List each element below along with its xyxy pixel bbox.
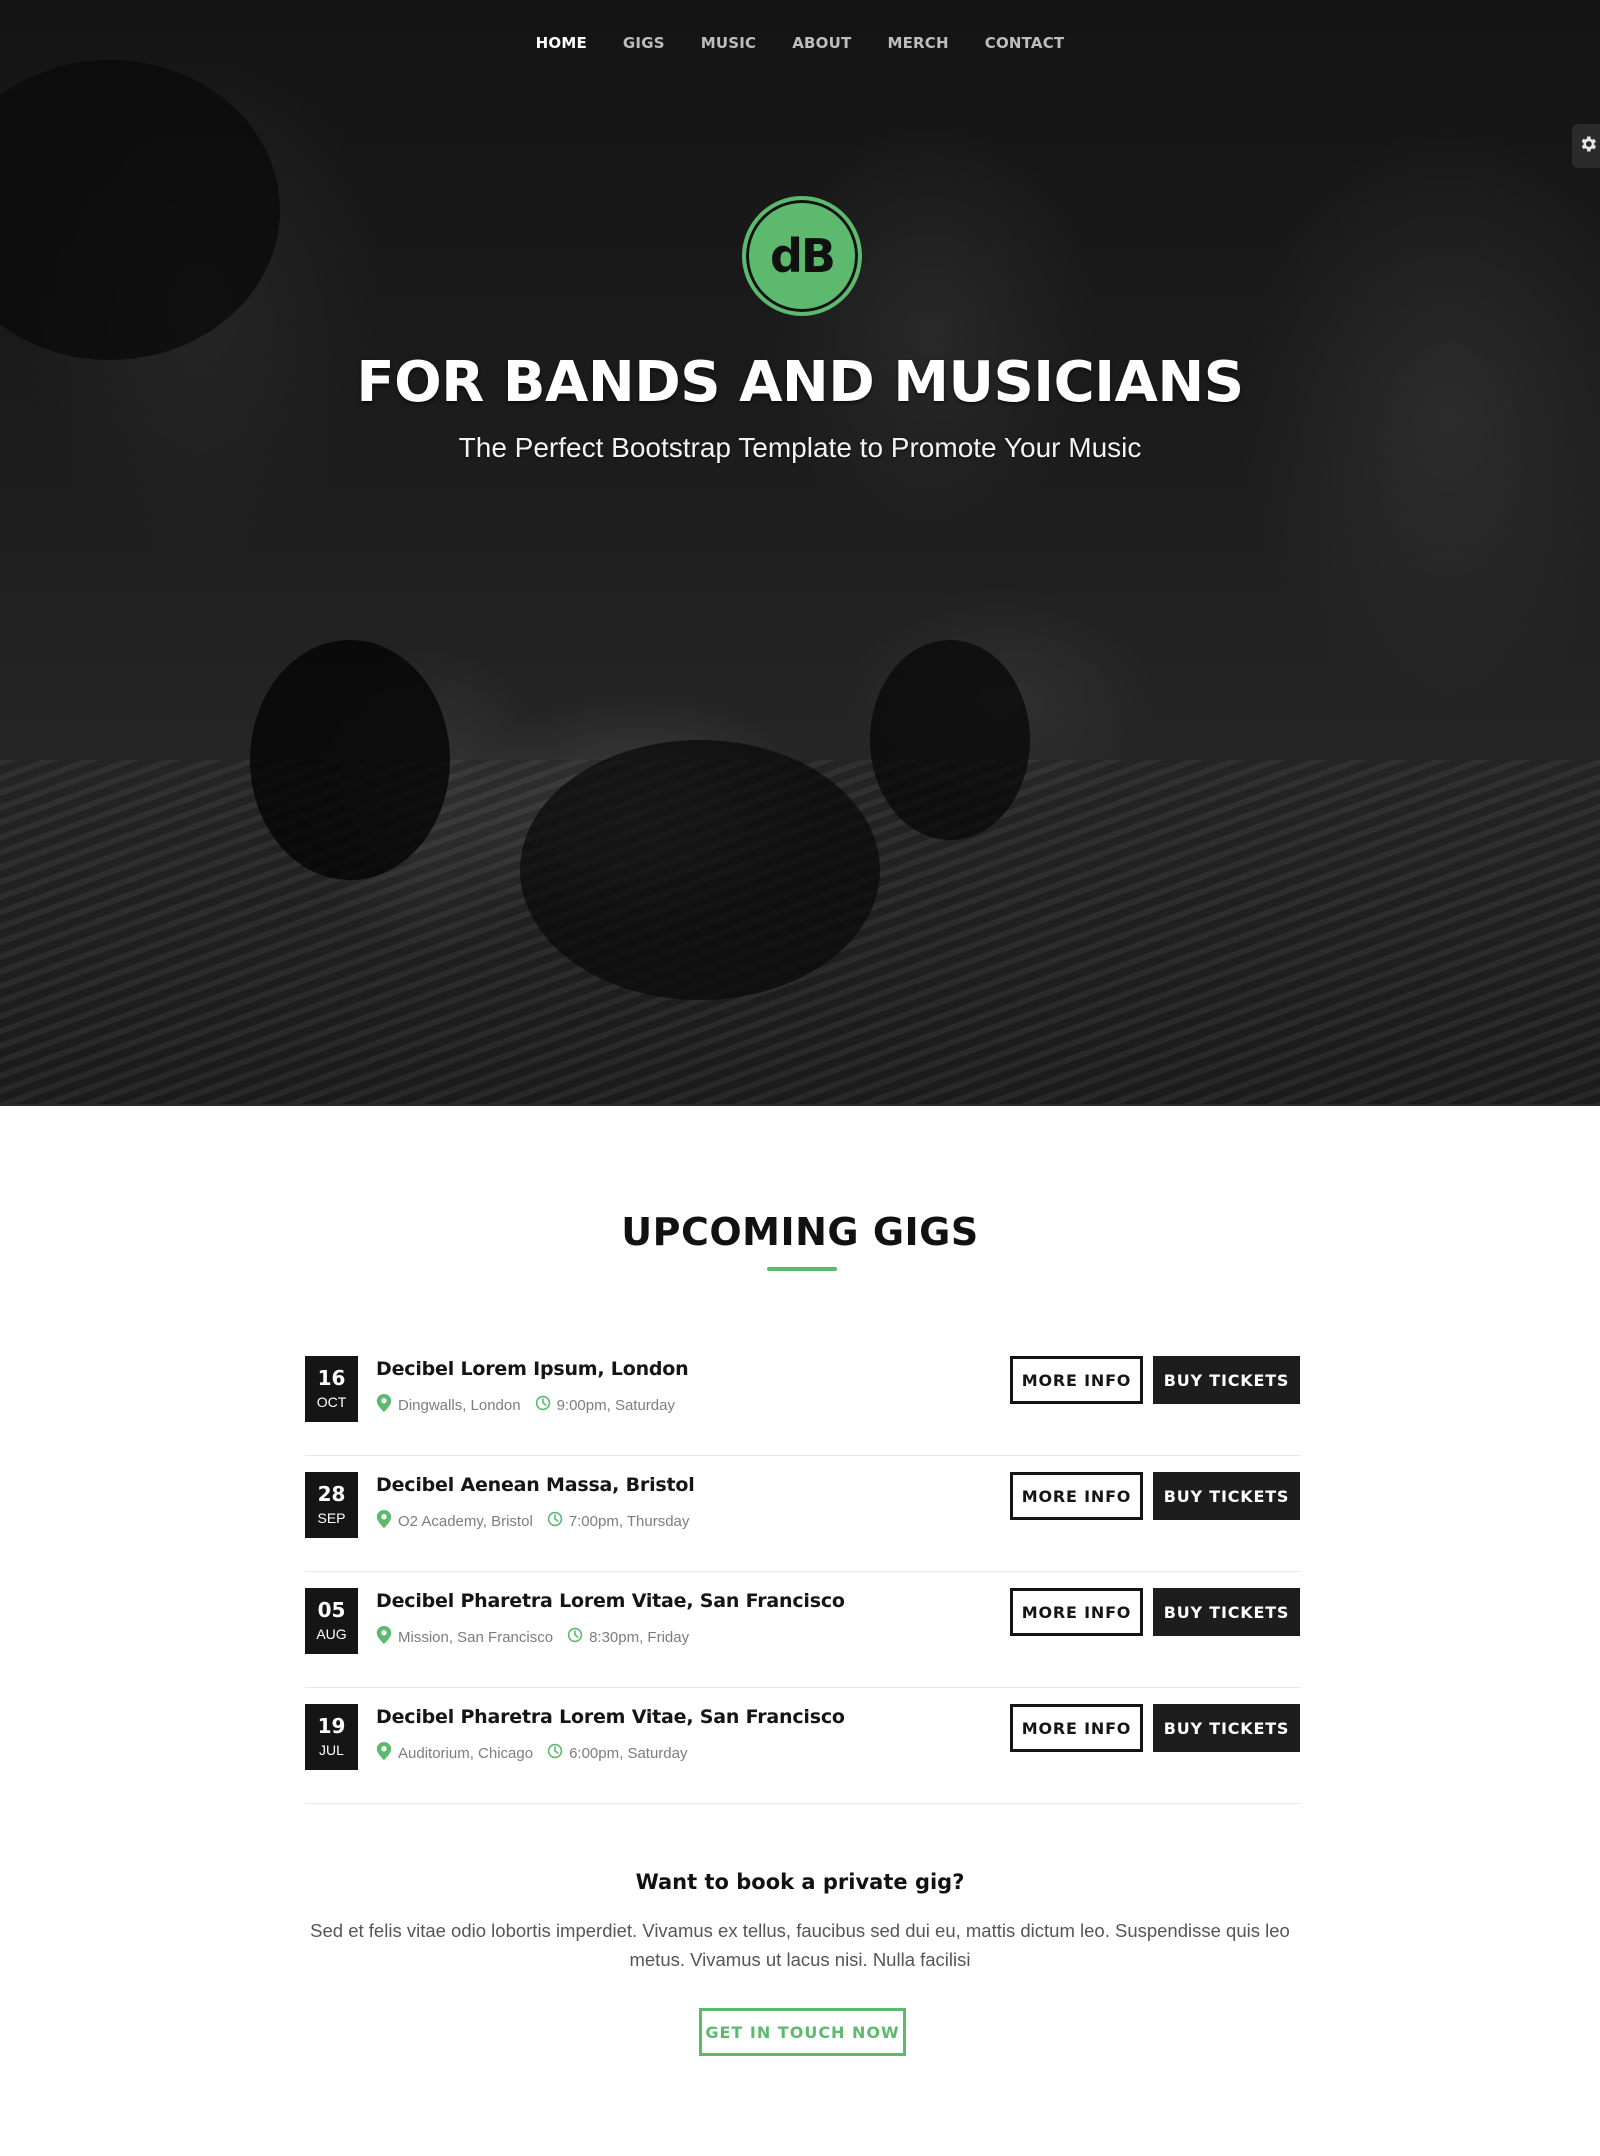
- more-info-button[interactable]: MORE INFO: [1010, 1356, 1143, 1404]
- hero-subtitle: The Perfect Bootstrap Template to Promot…: [458, 432, 1142, 463]
- map-marker-icon: [376, 1742, 398, 1764]
- gig-month: SEP: [317, 1510, 346, 1526]
- date-badge: 28 SEP: [305, 1472, 358, 1538]
- hero-background-shape: [0, 60, 280, 360]
- buy-tickets-button[interactable]: BUY TICKETS: [1153, 1704, 1300, 1752]
- nav-item-contact[interactable]: CONTACT: [985, 30, 1065, 56]
- nav-item-about[interactable]: ABOUT: [792, 30, 851, 56]
- gig-day: 19: [317, 1714, 346, 1738]
- gig-month: OCT: [316, 1394, 347, 1410]
- gig-day: 16: [317, 1366, 346, 1390]
- buy-tickets-button[interactable]: BUY TICKETS: [1153, 1356, 1300, 1404]
- private-gig-title: Want to book a private gig?: [635, 1870, 965, 1894]
- date-badge: 19 JUL: [305, 1704, 358, 1770]
- gig-name: Decibel Pharetra Lorem Vitae, San Franci…: [376, 1706, 845, 1728]
- gig-day: 05: [317, 1598, 346, 1622]
- clock-icon: [535, 1394, 557, 1416]
- section-title-upcoming-gigs: UPCOMING GIGS: [621, 1210, 979, 1254]
- gig-meta: Dingwalls, London 9:00pm, Saturday: [376, 1394, 675, 1416]
- gig-row: 05 AUG Decibel Pharetra Lorem Vitae, San…: [305, 1572, 1300, 1688]
- gig-venue: Mission, San Francisco: [398, 1628, 554, 1646]
- clock-icon: [547, 1510, 569, 1532]
- buy-tickets-button[interactable]: BUY TICKETS: [1153, 1472, 1300, 1520]
- nav-item-gigs[interactable]: GIGS: [623, 30, 665, 56]
- title-underline: [767, 1267, 837, 1271]
- more-info-button[interactable]: MORE INFO: [1010, 1472, 1143, 1520]
- date-badge: 05 AUG: [305, 1588, 358, 1654]
- gig-meta: Auditorium, Chicago 6:00pm, Saturday: [376, 1742, 687, 1764]
- clock-icon: [567, 1626, 589, 1648]
- hero-title: FOR BANDS AND MUSICIANS: [356, 350, 1244, 415]
- more-info-button[interactable]: MORE INFO: [1010, 1588, 1143, 1636]
- gig-meta: O2 Academy, Bristol 7:00pm, Thursday: [376, 1510, 689, 1532]
- gig-name: Decibel Lorem Ipsum, London: [376, 1358, 689, 1380]
- clock-icon: [547, 1742, 569, 1764]
- map-marker-icon: [376, 1626, 398, 1648]
- logo-text: dB: [770, 229, 836, 283]
- settings-toggle[interactable]: [1572, 124, 1600, 168]
- map-marker-icon: [376, 1394, 398, 1416]
- gig-month: JUL: [319, 1742, 344, 1758]
- private-gig-text: Sed et felis vitae odio lobortis imperdi…: [310, 1920, 1290, 1970]
- gig-venue: O2 Academy, Bristol: [398, 1512, 533, 1530]
- gig-row: 28 SEP Decibel Aenean Massa, Bristol O2 …: [305, 1456, 1300, 1572]
- nav-item-merch[interactable]: MERCH: [887, 30, 948, 56]
- gig-time: 9:00pm, Saturday: [556, 1396, 675, 1414]
- gig-name: Decibel Aenean Massa, Bristol: [376, 1474, 695, 1496]
- hero-background-shape: [250, 640, 450, 880]
- gig-venue: Auditorium, Chicago: [398, 1744, 534, 1762]
- nav-item-music[interactable]: MUSIC: [701, 30, 757, 56]
- gear-icon: [1578, 134, 1598, 159]
- gig-time: 7:00pm, Thursday: [568, 1512, 690, 1530]
- gig-time: 8:30pm, Friday: [589, 1628, 690, 1646]
- gig-row: 19 JUL Decibel Pharetra Lorem Vitae, San…: [305, 1688, 1300, 1804]
- more-info-button[interactable]: MORE INFO: [1010, 1704, 1143, 1752]
- gig-venue: Dingwalls, London: [398, 1396, 521, 1414]
- date-badge: 16 OCT: [305, 1356, 358, 1422]
- gig-time: 6:00pm, Saturday: [569, 1744, 688, 1762]
- hero-background-shape: [520, 740, 880, 1000]
- gig-row: 16 OCT Decibel Lorem Ipsum, London Dingw…: [305, 1340, 1300, 1456]
- hero-background-shape: [870, 640, 1030, 840]
- gig-name: Decibel Pharetra Lorem Vitae, San Franci…: [376, 1590, 845, 1612]
- gig-meta: Mission, San Francisco 8:30pm, Friday: [376, 1626, 689, 1648]
- buy-tickets-button[interactable]: BUY TICKETS: [1153, 1588, 1300, 1636]
- get-in-touch-button[interactable]: GET IN TOUCH NOW: [699, 2008, 906, 2056]
- gig-month: AUG: [316, 1626, 347, 1642]
- gig-day: 28: [317, 1482, 346, 1506]
- hero-section: HOME GIGS MUSIC ABOUT MERCH CONTACT dB F…: [0, 0, 1600, 1106]
- band-logo: dB: [742, 196, 862, 316]
- map-marker-icon: [376, 1510, 398, 1532]
- nav-item-home[interactable]: HOME: [536, 30, 587, 56]
- gig-list: 16 OCT Decibel Lorem Ipsum, London Dingw…: [305, 1340, 1300, 1804]
- main-nav: HOME GIGS MUSIC ABOUT MERCH CONTACT: [0, 30, 1600, 56]
